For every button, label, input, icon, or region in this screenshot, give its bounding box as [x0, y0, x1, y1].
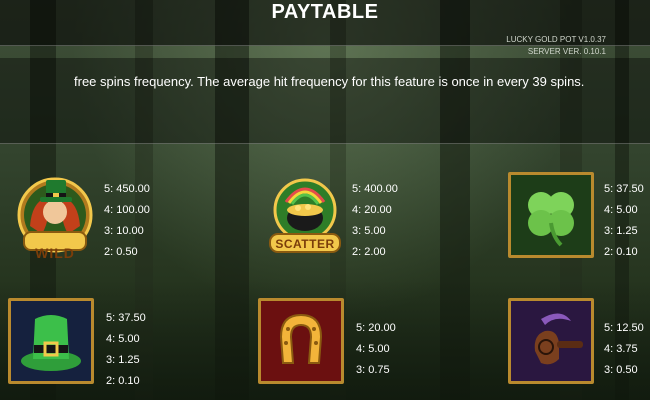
- payout-4-of-kind: 4: 5.00: [604, 204, 638, 216]
- payout-5-of-kind: 5: 37.50: [106, 312, 146, 324]
- payout-3-of-kind: 3: 0.50: [604, 364, 638, 376]
- scatter-payouts: 5: 400.00 4: 20.00 3: 5.00 2: 2.00: [352, 179, 398, 263]
- payout-4-of-kind: 4: 5.00: [106, 333, 140, 345]
- server-version: SERVER VER. 0.10.1: [527, 47, 606, 56]
- payout-3-of-kind: 3: 1.25: [106, 354, 140, 366]
- feature-description: free spins frequency. The average hit fr…: [74, 74, 585, 89]
- info-band: free spins frequency. The average hit fr…: [0, 58, 650, 144]
- clover-symbol-icon: [508, 172, 594, 258]
- payout-4-of-kind: 4: 20.00: [352, 204, 392, 216]
- payout-4-of-kind: 4: 3.75: [604, 343, 638, 355]
- payout-2-of-kind: 2: 0.50: [104, 246, 138, 258]
- horseshoe-payouts: 5: 20.00 4: 5.00 3: 0.75: [356, 318, 396, 381]
- payout-2-of-kind: 2: 2.00: [352, 246, 386, 258]
- scatter-label: SCATTER: [275, 237, 335, 251]
- payout-5-of-kind: 5: 12.50: [604, 322, 644, 334]
- wild-label: WILD: [35, 245, 75, 261]
- horseshoe-symbol-icon: [258, 298, 344, 384]
- wild-payouts: 5: 450.00 4: 100.00 3: 10.00 2: 0.50: [104, 179, 150, 263]
- game-version: LUCKY GOLD POT V1.0.37: [506, 35, 606, 44]
- payout-3-of-kind: 3: 1.25: [604, 225, 638, 237]
- pipe-payouts: 5: 12.50 4: 3.75 3: 0.50: [604, 318, 644, 381]
- title-bar: PAYTABLE LUCKY GOLD POT V1.0.37 SERVER V…: [0, 0, 650, 56]
- payout-2-of-kind: 2: 0.10: [604, 246, 638, 258]
- payout-4-of-kind: 4: 5.00: [356, 343, 390, 355]
- payout-5-of-kind: 5: 37.50: [604, 183, 644, 195]
- payout-3-of-kind: 3: 5.00: [352, 225, 386, 237]
- payout-5-of-kind: 5: 450.00: [104, 183, 150, 195]
- payout-2-of-kind: 2: 0.10: [106, 375, 140, 387]
- hat-symbol-icon: [8, 298, 94, 384]
- payout-5-of-kind: 5: 20.00: [356, 322, 396, 334]
- hat-payouts: 5: 37.50 4: 5.00 3: 1.25 2: 0.10: [106, 308, 146, 392]
- clover-payouts: 5: 37.50 4: 5.00 3: 1.25 2: 0.10: [604, 179, 644, 263]
- pipe-symbol-icon: [508, 298, 594, 384]
- version-info: LUCKY GOLD POT V1.0.37 SERVER VER. 0.10.…: [506, 34, 606, 58]
- payout-3-of-kind: 3: 0.75: [356, 364, 390, 376]
- payout-3-of-kind: 3: 10.00: [104, 225, 144, 237]
- payout-4-of-kind: 4: 100.00: [104, 204, 150, 216]
- payout-5-of-kind: 5: 400.00: [352, 183, 398, 195]
- page-title: PAYTABLE: [271, 1, 379, 23]
